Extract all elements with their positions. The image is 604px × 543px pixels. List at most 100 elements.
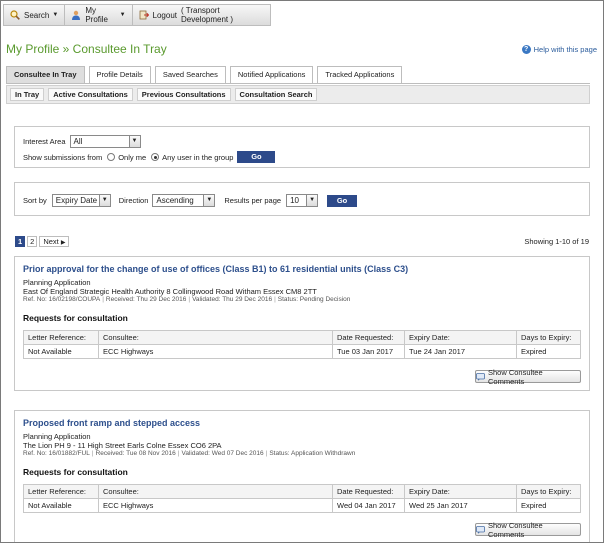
browser-frame: Search ▼ My Profile ▼ Logout ( Transport…: [0, 0, 604, 543]
search-menu-label: Search: [24, 10, 50, 20]
logout-label: Logout: [152, 10, 177, 20]
letter-reference-cell: Not Available: [23, 344, 99, 359]
tab-consultee-in-tray[interactable]: Consultee In Tray: [6, 66, 85, 83]
requests-heading: Requests for consultation: [23, 467, 128, 477]
subtab-in-tray[interactable]: In Tray: [10, 88, 45, 101]
letter-reference-cell: Not Available: [23, 498, 99, 513]
results-count: Showing 1-10 of 19: [524, 237, 589, 246]
application-meta: Ref. No: 16/01882/FUL | Received: Tue 08 N…: [23, 450, 355, 457]
consultee-cell: ECC Highways: [98, 498, 333, 513]
show-from-label: Show submissions from: [23, 152, 103, 162]
table-row: Not Available ECC Highways Tue 03 Jan 20…: [23, 344, 581, 359]
show-comments-label: Show Consultee Comments: [488, 520, 543, 539]
page-title: My Profile » Consultee In Tray: [6, 42, 167, 56]
tab-tracked-applications[interactable]: Tracked Applications: [317, 66, 403, 83]
profile-tabs: Consultee In Tray Profile Details Saved …: [6, 66, 406, 83]
ref-number: Ref. No: 16/01882/FUL: [23, 450, 90, 457]
filter-go-button[interactable]: Go: [237, 151, 276, 163]
meta-separator: |: [91, 450, 94, 457]
subtab-previous-consultations[interactable]: Previous Consultations: [136, 88, 231, 101]
ref-number: Ref. No: 16/02198/COUPA: [23, 296, 101, 303]
col-expiry-date: Expiry Date:: [404, 484, 517, 499]
help-link[interactable]: ? Help with this page: [521, 45, 597, 54]
tab-notified-applications[interactable]: Notified Applications: [229, 66, 314, 83]
next-page-link[interactable]: Next ▶: [39, 236, 70, 247]
my-profile-menu[interactable]: My Profile ▼: [65, 5, 133, 25]
sort-by-label: Sort by: [23, 196, 47, 205]
chevron-down-icon: ▼: [98, 195, 110, 206]
any-user-radio[interactable]: [151, 153, 160, 161]
status: Status: Pending Decision: [277, 296, 351, 303]
col-expiry-date: Expiry Date:: [404, 330, 517, 345]
tab-divider: [6, 83, 590, 84]
page-2-link[interactable]: 2: [27, 236, 38, 247]
received-date: Received: Tue 08 Nov 2016: [95, 450, 176, 457]
meta-separator: |: [188, 296, 191, 303]
requests-heading: Requests for consultation: [23, 313, 128, 323]
application-type: Planning Application: [23, 278, 91, 287]
search-icon: [10, 10, 20, 20]
result-card: Proposed front ramp and stepped access P…: [14, 410, 590, 542]
chevron-down-icon: ▼: [306, 195, 318, 206]
top-toolbar: Search ▼ My Profile ▼ Logout ( Transport…: [3, 4, 271, 26]
per-page-value: 10: [290, 196, 299, 205]
per-page-label: Results per page: [224, 196, 282, 205]
days-to-expiry-cell: Expired: [516, 498, 581, 513]
result-card: Prior approval for the change of use of …: [14, 256, 590, 391]
user-icon: [71, 10, 81, 20]
col-date-requested: Date Requested:: [332, 330, 405, 345]
col-consultee: Consultee:: [98, 330, 333, 345]
validated-date: Validated: Wed 07 Dec 2016: [181, 450, 264, 457]
show-consultee-comments-button[interactable]: Show Consultee Comments: [475, 520, 581, 539]
days-to-expiry-cell: Expired: [516, 344, 581, 359]
col-days-to-expiry: Days to Expiry:: [516, 330, 581, 345]
chevron-down-icon: ▼: [203, 195, 215, 206]
interest-filter-panel: Interest Area All ▼ Show submissions fro…: [14, 126, 590, 168]
expiry-date-cell: Tue 24 Jan 2017: [404, 344, 517, 359]
meta-separator: |: [177, 450, 180, 457]
application-title-link[interactable]: Prior approval for the change of use of …: [23, 264, 408, 274]
application-address: The Lion PH 9 - 11 High Street Earls Col…: [23, 441, 222, 450]
status: Status: Application Withdrawn: [269, 450, 356, 457]
pagination: 1 2 Next ▶: [15, 236, 71, 247]
sort-by-value: Expiry Date: [55, 196, 98, 205]
search-menu[interactable]: Search ▼: [4, 5, 66, 25]
subtab-consultation-search[interactable]: Consultation Search: [234, 88, 318, 101]
logout-link[interactable]: Logout ( Transport Development ): [133, 5, 270, 25]
sort-go-button[interactable]: Go: [327, 194, 358, 207]
tab-profile-details[interactable]: Profile Details: [88, 66, 151, 83]
direction-label: Direction: [118, 196, 149, 205]
next-label: Next: [43, 237, 59, 246]
my-profile-label: My Profile: [85, 6, 108, 24]
chevron-down-icon: ▼: [128, 136, 140, 147]
per-page-select[interactable]: 10 ▼: [286, 194, 319, 207]
col-consultee: Consultee:: [98, 484, 333, 499]
subtab-active-consultations[interactable]: Active Consultations: [48, 88, 133, 101]
logout-user: ( Transport Development ): [181, 6, 234, 24]
show-consultee-comments-button[interactable]: Show Consultee Comments: [475, 367, 581, 386]
received-date: Received: Thu 29 Dec 2016: [105, 296, 187, 303]
table-row: Not Available ECC Highways Wed 04 Jan 20…: [23, 498, 581, 513]
application-meta: Ref. No: 16/02198/COUPA | Received: Thu 29…: [23, 296, 350, 303]
show-comments-label: Show Consultee Comments: [488, 367, 543, 386]
consultation-table: Letter Reference: Consultee: Date Reques…: [23, 484, 581, 513]
consultee-cell: ECC Highways: [98, 344, 333, 359]
page-1-link[interactable]: 1: [15, 236, 26, 247]
sort-by-select[interactable]: Expiry Date ▼: [51, 194, 111, 207]
comments-icon: [476, 525, 485, 534]
help-label: Help with this page: [533, 45, 597, 54]
direction-select[interactable]: Ascending ▼: [152, 194, 216, 207]
meta-separator: |: [274, 296, 276, 303]
only-me-radio[interactable]: [107, 153, 116, 161]
comments-icon: [476, 372, 485, 381]
only-me-label: Only me: [118, 152, 147, 162]
chevron-down-icon: ▼: [119, 12, 126, 18]
col-letter-reference: Letter Reference:: [23, 330, 99, 345]
direction-value: Ascending: [156, 196, 194, 205]
logout-icon: [139, 10, 149, 20]
col-date-requested: Date Requested:: [332, 484, 405, 499]
interest-area-select[interactable]: All ▼: [69, 135, 141, 148]
application-title-link[interactable]: Proposed front ramp and stepped access: [23, 418, 200, 428]
sort-row: Sort by Expiry Date ▼ Direction Ascendin…: [23, 194, 358, 207]
tab-saved-searches[interactable]: Saved Searches: [154, 66, 226, 83]
